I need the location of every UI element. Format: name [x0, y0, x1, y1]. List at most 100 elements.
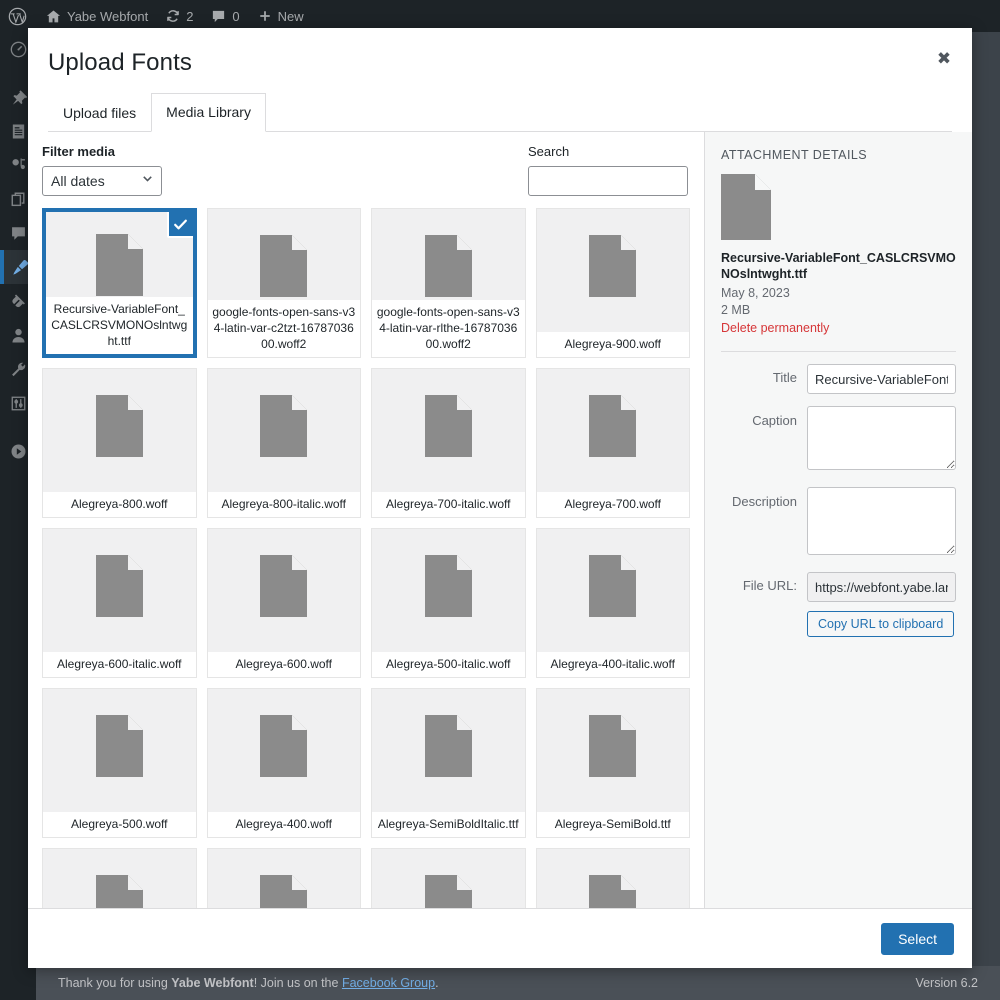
media-grid-item[interactable]: google-fonts-open-sans-v34-latin-var-c2t… [206, 208, 361, 358]
media-grid-item[interactable]: Alegreya-500.woff [42, 688, 197, 838]
media-grid-item[interactable]: Alegreya-900.woff [535, 208, 690, 358]
site-name-label: Yabe Webfont [67, 8, 149, 24]
modal-footer: Select [28, 908, 972, 968]
media-grid-item[interactable] [42, 848, 197, 908]
footer-thanks-suffix: . [435, 976, 439, 990]
date-filter-wrapper: All dates [42, 166, 162, 196]
date-filter-select[interactable]: All dates [42, 166, 162, 196]
modal-body: Filter media All dates Search Recursive-… [28, 132, 972, 908]
attachment-description-textarea[interactable] [807, 487, 956, 555]
media-grid-item[interactable] [206, 848, 361, 908]
attachment-caption-textarea[interactable] [807, 406, 956, 470]
search-label: Search [528, 144, 570, 159]
media-grid: Recursive-VariableFont_CASLCRSVMONOslntw… [42, 208, 690, 908]
footer-version: Version 6.2 [915, 976, 978, 990]
media-item-filename: Alegreya-400-italic.woff [536, 652, 689, 677]
admin-footer: Thank you for using Yabe Webfont! Join u… [36, 966, 1000, 1000]
media-grid-item[interactable] [371, 848, 526, 908]
media-grid-item[interactable]: Alegreya-400.woff [206, 688, 361, 838]
file-document-icon [589, 395, 637, 462]
updates-count: 2 [186, 8, 194, 24]
media-grid-item[interactable]: Alegreya-600.woff [206, 528, 361, 678]
file-document-icon [589, 555, 637, 622]
file-document-icon [95, 555, 143, 622]
media-item-filename: google-fonts-open-sans-v34-latin-var-c2t… [207, 300, 360, 357]
file-document-icon [424, 555, 472, 622]
attachment-date: May 8, 2023 [721, 286, 790, 300]
attachment-title-input[interactable] [807, 364, 956, 394]
media-grid-item[interactable]: Recursive-VariableFont_CASLCRSVMONOslntw… [42, 208, 197, 358]
attachment-description-label: Description [731, 494, 797, 509]
file-document-icon [260, 395, 308, 462]
file-document-icon [95, 875, 143, 908]
file-document-icon [95, 715, 143, 782]
tab-upload-files[interactable]: Upload files [48, 94, 151, 132]
attachment-file-url-control: Copy URL to clipboard [807, 572, 956, 637]
facebook-group-link[interactable]: Facebook Group [342, 976, 435, 990]
attachment-description-row: Description [721, 487, 956, 560]
copy-url-to-clipboard-button[interactable]: Copy URL to clipboard [807, 611, 955, 637]
file-document-icon [424, 395, 472, 462]
page-title: Upload Fonts [48, 49, 192, 76]
media-grid-item[interactable]: Alegreya-400-italic.woff [535, 528, 690, 678]
comment-bubble-icon [211, 9, 226, 24]
media-item-filename: Alegreya-800.woff [43, 492, 196, 517]
search-input[interactable] [528, 166, 688, 196]
select-button[interactable]: Select [881, 922, 954, 955]
media-grid-item[interactable]: google-fonts-open-sans-v34-latin-var-rlt… [371, 208, 526, 358]
media-item-filename: Alegreya-600.woff [207, 652, 360, 677]
media-grid-item[interactable]: Alegreya-SemiBoldItalic.ttf [371, 688, 526, 838]
media-item-filename: Alegreya-700-italic.woff [372, 492, 525, 517]
footer-thanks-middle: ! Join us on the [253, 976, 342, 990]
attachment-caption-control [807, 406, 956, 475]
modal-header: Upload Fonts ✖ Upload files Media Librar… [28, 28, 972, 132]
media-item-filename: Alegreya-500.woff [43, 812, 196, 837]
attachment-file-url-label: File URL: [742, 578, 797, 593]
footer-brand: Yabe Webfont [171, 976, 254, 990]
delete-permanently-link[interactable]: Delete permanently [721, 321, 829, 335]
media-item-filename: Alegreya-600-italic.woff [43, 652, 196, 677]
close-icon[interactable]: ✖ [924, 38, 964, 78]
file-document-icon [260, 715, 308, 782]
media-item-filename: Alegreya-400.woff [207, 812, 360, 837]
attachment-file-url-input[interactable] [807, 572, 956, 602]
media-grid-scroll-region[interactable]: Recursive-VariableFont_CASLCRSVMONOslntw… [28, 208, 704, 908]
attachment-details-heading: ATTACHMENT DETAILS [721, 148, 868, 162]
media-grid-item[interactable]: Alegreya-600-italic.woff [42, 528, 197, 678]
file-document-icon [721, 174, 771, 240]
media-grid-item[interactable]: Alegreya-700-italic.woff [371, 368, 526, 518]
search-field: Search [528, 144, 688, 196]
attachment-details-panel: ATTACHMENT DETAILS Recursive-VariableFon… [705, 132, 972, 908]
plus-icon [258, 9, 272, 23]
file-document-icon [260, 875, 308, 908]
file-document-icon [95, 234, 143, 301]
comments-count: 0 [232, 8, 240, 24]
media-item-filename: Alegreya-700.woff [536, 492, 689, 517]
attachment-title-control [807, 364, 956, 394]
media-grid-item[interactable]: Alegreya-700.woff [535, 368, 690, 518]
attachment-title-label: Title [772, 370, 797, 385]
media-item-filename: google-fonts-open-sans-v34-latin-var-rlt… [372, 300, 525, 357]
attachment-title-row: Title [721, 364, 956, 394]
media-grid-item[interactable]: Alegreya-SemiBold.ttf [535, 688, 690, 838]
home-icon [46, 9, 61, 24]
tab-media-library[interactable]: Media Library [151, 93, 266, 132]
filter-media-field: Filter media All dates [42, 144, 162, 196]
filter-media-label: Filter media [42, 144, 115, 159]
attachment-filename: Recursive-VariableFont_CASLCRSVMONOslntw… [721, 251, 956, 281]
media-item-filename: Recursive-VariableFont_CASLCRSVMONOslntw… [46, 297, 193, 354]
file-document-icon [424, 715, 472, 782]
updates-icon [166, 9, 180, 23]
media-toolbar: Filter media All dates Search [28, 132, 704, 208]
checkmark-icon[interactable] [166, 212, 193, 238]
wordpress-logo-icon [8, 7, 27, 26]
upload-fonts-modal: Upload Fonts ✖ Upload files Media Librar… [28, 28, 972, 968]
media-grid-item[interactable]: Alegreya-800-italic.woff [206, 368, 361, 518]
file-document-icon [589, 715, 637, 782]
media-grid-item[interactable]: Alegreya-500-italic.woff [371, 528, 526, 678]
media-item-filename: Alegreya-SemiBoldItalic.ttf [372, 812, 525, 837]
media-grid-item[interactable] [535, 848, 690, 908]
attachment-description-control [807, 487, 956, 560]
media-grid-item[interactable]: Alegreya-800.woff [42, 368, 197, 518]
attachment-file-url-row: File URL: Copy URL to clipboard [721, 572, 956, 637]
